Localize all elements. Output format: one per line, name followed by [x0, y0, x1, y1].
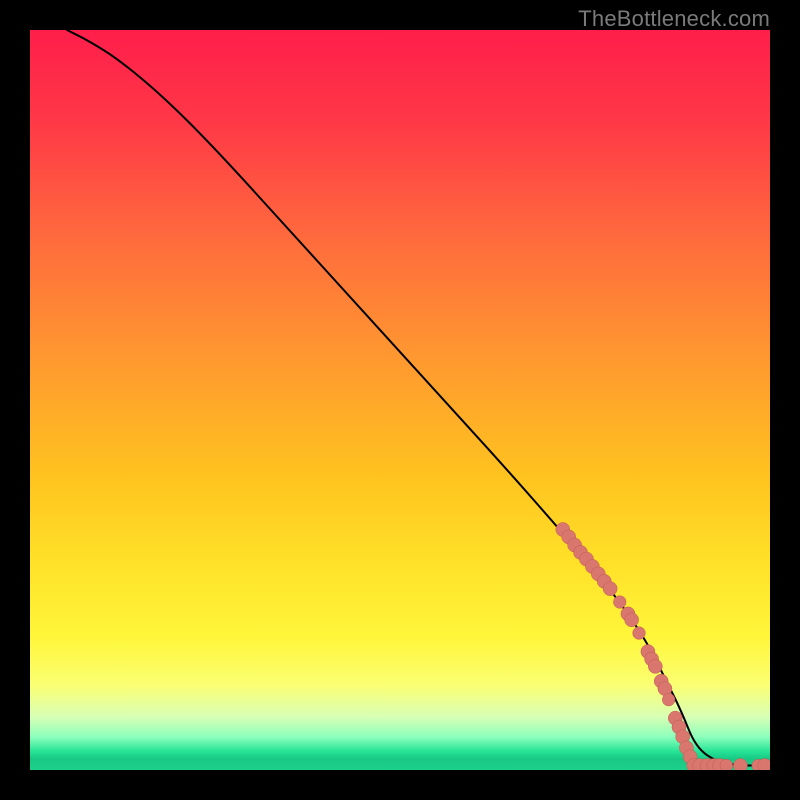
background-gradient [30, 30, 770, 770]
chart-frame: TheBottleneck.com [0, 0, 800, 800]
plot-area [30, 30, 770, 770]
watermark-text: TheBottleneck.com [578, 6, 770, 32]
